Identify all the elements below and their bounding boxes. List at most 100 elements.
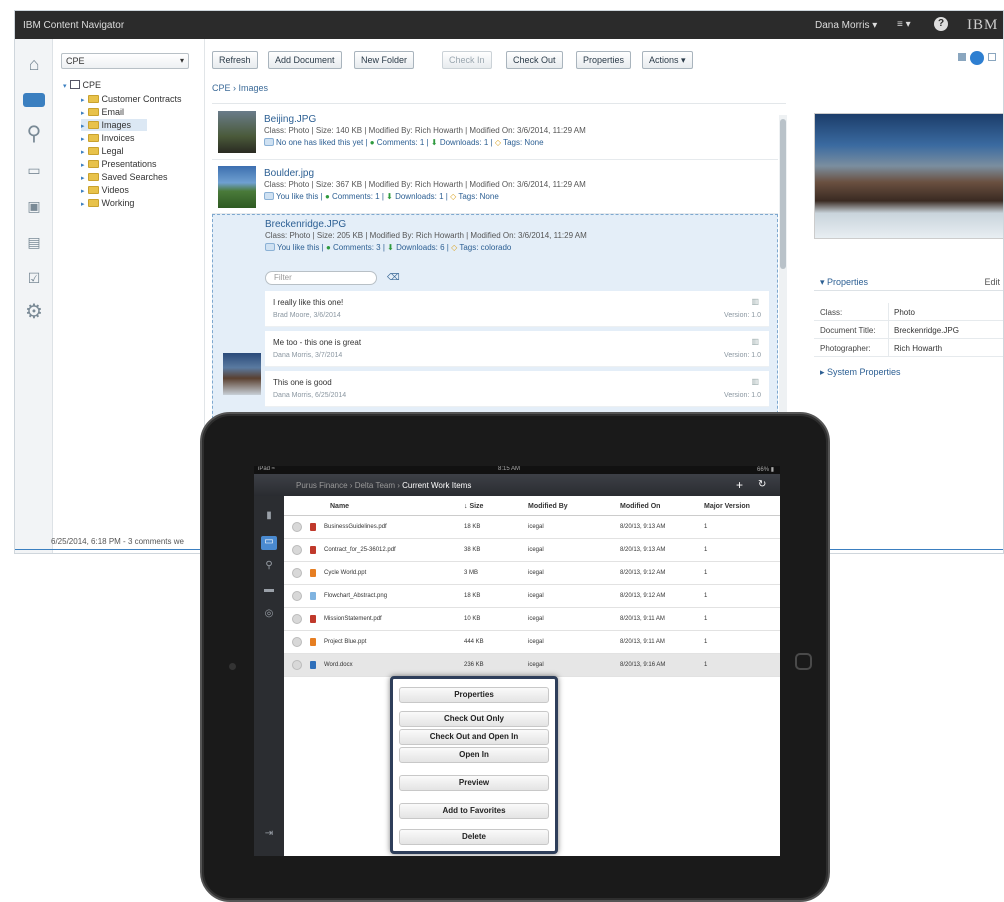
browse-icon[interactable]: ▭ bbox=[261, 536, 277, 550]
tree-folder[interactable]: ▸ Customer Contracts bbox=[81, 93, 182, 105]
refresh-button[interactable]: Refresh bbox=[212, 51, 258, 69]
properties-button[interactable]: Properties bbox=[576, 51, 632, 69]
magazine-view-icon[interactable] bbox=[970, 51, 984, 65]
comments-link[interactable]: Comments: 1 bbox=[332, 192, 380, 201]
document-name[interactable]: Breckenridge.JPG bbox=[265, 219, 346, 230]
downloads-link[interactable]: Downloads: 1 bbox=[395, 192, 443, 201]
properties-header[interactable]: ▾ Properties Edit bbox=[814, 273, 1003, 291]
menu-icon[interactable]: ≡ ▾ bbox=[897, 19, 911, 30]
column-header-major-version[interactable]: Major Version bbox=[704, 503, 750, 510]
tree-folder[interactable]: ▸ Email bbox=[81, 106, 124, 118]
breadcrumb[interactable]: CPE › Images bbox=[212, 83, 268, 93]
menu-item-preview[interactable]: Preview bbox=[399, 775, 549, 791]
like-icon[interactable] bbox=[264, 192, 274, 200]
tree-folder[interactable]: ▸ Videos bbox=[81, 184, 129, 196]
tree-folder[interactable]: ▸ Saved Searches bbox=[81, 171, 168, 183]
check-in-button[interactable]: Check In bbox=[442, 51, 492, 69]
user-menu[interactable]: Dana Morris ▾ bbox=[815, 20, 877, 31]
cell-name: Word.docx bbox=[324, 662, 353, 668]
comments-link[interactable]: Comments: 3 bbox=[333, 243, 381, 252]
table-row[interactable]: Word.docx 236 KB icegal 8/20/13, 9:16 AM 1 bbox=[284, 654, 780, 677]
add-icon[interactable]: + bbox=[736, 478, 743, 492]
menu-item-check-out-only[interactable]: Check Out Only bbox=[399, 711, 549, 727]
scrollbar[interactable] bbox=[779, 115, 787, 415]
table-row[interactable]: MissionStatement.pdf 10 KB icegal 8/20/13, … bbox=[284, 608, 780, 631]
list-item-selected[interactable]: Breckenridge.JPG Class: Photo | Size: 20… bbox=[212, 214, 778, 433]
favorites-icon[interactable]: ▮ bbox=[261, 510, 277, 524]
tree-folder[interactable]: ▸ Invoices bbox=[81, 132, 135, 144]
tags-link[interactable]: Tags: None bbox=[458, 192, 498, 201]
table-row[interactable]: BusinessGuidelines.pdf 18 KB icegal 8/20/13… bbox=[284, 516, 780, 539]
delete-comment-icon[interactable]: ▥ bbox=[751, 377, 759, 386]
teamspace-icon[interactable]: ▣ bbox=[23, 195, 45, 217]
tags-link[interactable]: Tags: colorado bbox=[459, 243, 511, 252]
tree-folder[interactable]: ▸ Legal bbox=[81, 145, 124, 157]
clear-filter-icon[interactable]: ⌫ bbox=[387, 272, 400, 283]
new-folder-button[interactable]: New Folder bbox=[354, 51, 415, 69]
downloads-link[interactable]: Downloads: 6 bbox=[396, 243, 444, 252]
menu-item-check-out-and-open-in[interactable]: Check Out and Open In bbox=[399, 729, 549, 745]
comments-link[interactable]: Comments: 1 bbox=[377, 138, 425, 147]
menu-item-open-in[interactable]: Open In bbox=[399, 747, 549, 763]
refresh-icon[interactable]: ↻ bbox=[758, 479, 766, 490]
home-icon[interactable]: ⌂ bbox=[23, 53, 45, 75]
add-document-button[interactable]: Add Document bbox=[268, 51, 342, 69]
like-icon[interactable] bbox=[264, 138, 274, 146]
table-row[interactable]: Flowchart_Abstract.png 18 KB icegal 8/20/13… bbox=[284, 585, 780, 608]
menu-item-add-to-favorites[interactable]: Add to Favorites bbox=[399, 803, 549, 819]
row-info-icon[interactable] bbox=[292, 591, 302, 601]
tags-link[interactable]: Tags: None bbox=[503, 138, 543, 147]
filmstrip-view-icon[interactable] bbox=[988, 53, 996, 61]
downloads-link[interactable]: Downloads: 1 bbox=[440, 138, 488, 147]
settings-gear-icon[interactable]: ⚙ bbox=[23, 301, 45, 323]
tree-folder[interactable]: ▸ Working bbox=[81, 197, 134, 209]
help-icon[interactable]: ? bbox=[934, 17, 948, 31]
like-icon[interactable] bbox=[265, 243, 275, 251]
column-header-name[interactable]: Name bbox=[330, 503, 349, 510]
document-name[interactable]: Boulder.jpg bbox=[264, 168, 314, 179]
actions-button[interactable]: Actions ▾ bbox=[642, 51, 693, 69]
table-row[interactable]: Contract_for_25-36012.pdf 38 KB icegal 8/20… bbox=[284, 539, 780, 562]
mobile-breadcrumb[interactable]: Purus Finance › Delta Team › Current Wor… bbox=[296, 481, 471, 490]
search-icon[interactable]: ⚲ bbox=[261, 560, 277, 574]
table-row[interactable]: Cycle World.ppt 3 MB icegal 8/20/13, 9:12 A… bbox=[284, 562, 780, 585]
tree-root[interactable]: ▾ CPE bbox=[63, 79, 101, 91]
row-info-icon[interactable] bbox=[292, 522, 302, 532]
folder-icon[interactable]: ▬ bbox=[261, 584, 277, 598]
tree-folder[interactable]: ▸ Presentations bbox=[81, 158, 157, 170]
column-header-modified-on[interactable]: Modified On bbox=[620, 503, 660, 510]
tree-folder-selected[interactable]: ▸ Images bbox=[81, 119, 148, 131]
table-row[interactable]: Project Blue.ppt 444 KB icegal 8/20/13, 9:1… bbox=[284, 631, 780, 654]
settings-icon[interactable]: ◎ bbox=[261, 608, 277, 622]
breadcrumb-path[interactable]: Purus Finance › Delta Team › bbox=[296, 481, 402, 490]
delete-comment-icon[interactable]: ▥ bbox=[751, 297, 759, 306]
row-info-icon[interactable] bbox=[292, 614, 302, 624]
row-info-icon[interactable] bbox=[292, 568, 302, 578]
repository-select[interactable]: CPE ▾ bbox=[61, 53, 189, 69]
menu-item-delete[interactable]: Delete bbox=[399, 829, 549, 845]
list-item[interactable]: Beijing.JPG Class: Photo | Size: 140 KB … bbox=[212, 104, 778, 160]
menu-item-properties[interactable]: Properties bbox=[399, 687, 549, 703]
row-info-icon[interactable] bbox=[292, 660, 302, 670]
search-icon[interactable]: ⚲ bbox=[23, 123, 45, 145]
browse-icon[interactable] bbox=[23, 89, 45, 111]
work-icon[interactable]: ▭ bbox=[23, 159, 45, 181]
comment-filter-input[interactable]: Filter bbox=[265, 271, 377, 285]
row-info-icon[interactable] bbox=[292, 637, 302, 647]
scrollbar-thumb[interactable] bbox=[780, 119, 786, 269]
list-item[interactable]: Boulder.jpg Class: Photo | Size: 367 KB … bbox=[212, 160, 778, 214]
row-info-icon[interactable] bbox=[292, 545, 302, 555]
logout-icon[interactable]: ⇥ bbox=[261, 828, 277, 842]
edit-properties-link[interactable]: Edit bbox=[984, 277, 1000, 287]
system-properties-toggle[interactable]: ▸ System Properties bbox=[820, 367, 901, 378]
column-header-modified-by[interactable]: Modified By bbox=[528, 503, 568, 510]
tasks-icon[interactable]: ☑ bbox=[23, 267, 45, 289]
details-view-icon[interactable] bbox=[958, 53, 966, 61]
check-out-button[interactable]: Check Out bbox=[506, 51, 563, 69]
delete-comment-icon[interactable]: ▥ bbox=[751, 337, 759, 346]
cell-by: icegal bbox=[528, 616, 544, 622]
column-header-size[interactable]: ↓ Size bbox=[464, 503, 483, 510]
home-button[interactable] bbox=[795, 653, 812, 670]
entry-template-icon[interactable]: ▤ bbox=[23, 231, 45, 253]
document-name[interactable]: Beijing.JPG bbox=[264, 114, 316, 125]
